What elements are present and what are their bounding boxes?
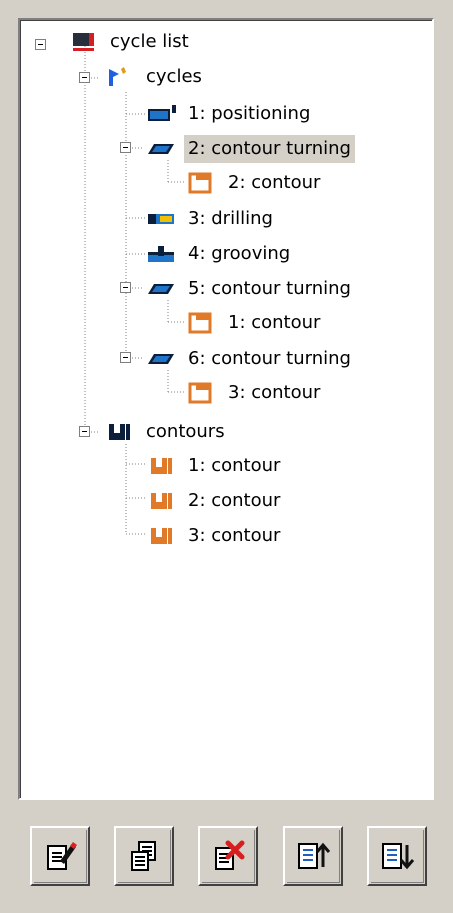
- tree-node-label: 2: contour: [228, 172, 321, 193]
- tree-node-label: cycle list: [110, 31, 189, 52]
- tree-node-contours[interactable]: contours: [104, 417, 229, 447]
- contour-turning-icon: [146, 278, 178, 300]
- list-down-icon: [382, 843, 415, 870]
- collapse-contours-button[interactable]: [79, 426, 90, 437]
- tree-node-cycle-list[interactable]: cycle list: [68, 27, 193, 57]
- tree-node-positioning[interactable]: 1: positioning: [146, 99, 314, 129]
- tree-node-contour-turning-5[interactable]: 5: contour turning: [146, 274, 355, 304]
- collapse-contour-turning-6-button[interactable]: [120, 352, 131, 363]
- collapse-contour-turning-5-button[interactable]: [120, 282, 131, 293]
- copy-button[interactable]: [114, 826, 174, 886]
- contour-icon: [146, 455, 178, 477]
- tree-node-drilling[interactable]: 3: drilling: [146, 204, 277, 234]
- contour-turning-icon: [146, 138, 178, 160]
- contour-icon: [146, 490, 178, 512]
- cycle-list-icon: [68, 31, 100, 53]
- tree-node-label: 6: contour turning: [188, 348, 351, 369]
- tree-node-label: 2: contour: [188, 490, 281, 511]
- tree-node-contour-2[interactable]: 2: contour: [146, 486, 284, 516]
- drilling-icon: [146, 208, 178, 230]
- contour-frame-icon: [186, 312, 218, 334]
- cycle-tree-view[interactable]: cycle list cycles 1: positioning 2: cont…: [18, 18, 434, 800]
- tree-node-label: 3: contour: [228, 382, 321, 403]
- cycle-list-window: cycle list cycles 1: positioning 2: cont…: [0, 0, 453, 913]
- tree-toolbar: [0, 826, 453, 896]
- contour-frame-icon: [186, 382, 218, 404]
- contour-turning-icon: [146, 348, 178, 370]
- tree-node-label: 4: grooving: [188, 243, 291, 264]
- tree-node-cycles[interactable]: cycles: [104, 62, 206, 92]
- collapse-cycles-button[interactable]: [79, 72, 90, 83]
- tree-node-label: 3: drilling: [188, 208, 273, 229]
- tree-node-label: 1: contour: [228, 312, 321, 333]
- tree-node-contour-turning-2[interactable]: 2: contour turning: [146, 134, 355, 164]
- move-up-button[interactable]: [283, 826, 343, 886]
- contour-icon: [146, 525, 178, 547]
- edit-document-icon: [47, 842, 77, 870]
- list-up-icon: [298, 842, 331, 869]
- cycles-flag-icon: [104, 66, 136, 88]
- copy-document-icon: [131, 841, 156, 871]
- tree-node-contour-3-link[interactable]: 3: contour: [186, 378, 324, 408]
- tree-node-contour-turning-6[interactable]: 6: contour turning: [146, 344, 355, 374]
- tree-node-label: cycles: [146, 66, 202, 87]
- tree-node-contour-1-link[interactable]: 1: contour: [186, 308, 324, 338]
- tree-node-contour-3[interactable]: 3: contour: [146, 521, 284, 551]
- delete-document-icon: [215, 840, 245, 870]
- collapse-cycle-list-button[interactable]: [35, 39, 46, 50]
- collapse-contour-turning-2-button[interactable]: [120, 142, 131, 153]
- edit-button[interactable]: [30, 826, 90, 886]
- tree-node-label: 1: contour: [188, 455, 281, 476]
- tree-node-label: 2: contour turning: [184, 135, 355, 163]
- tree-node-label: 1: positioning: [188, 103, 311, 124]
- tree-node-grooving[interactable]: 4: grooving: [146, 239, 294, 269]
- tree-node-contour-2-link[interactable]: 2: contour: [186, 168, 324, 198]
- contour-frame-icon: [186, 172, 218, 194]
- tree-node-contour-1[interactable]: 1: contour: [146, 451, 284, 481]
- delete-button[interactable]: [198, 826, 258, 886]
- tree-node-label: contours: [146, 421, 225, 442]
- tree-node-label: 5: contour turning: [188, 278, 351, 299]
- positioning-icon: [146, 103, 178, 125]
- contours-icon: [104, 421, 136, 443]
- grooving-icon: [146, 243, 178, 265]
- tree-node-label: 3: contour: [188, 525, 281, 546]
- move-down-button[interactable]: [367, 826, 427, 886]
